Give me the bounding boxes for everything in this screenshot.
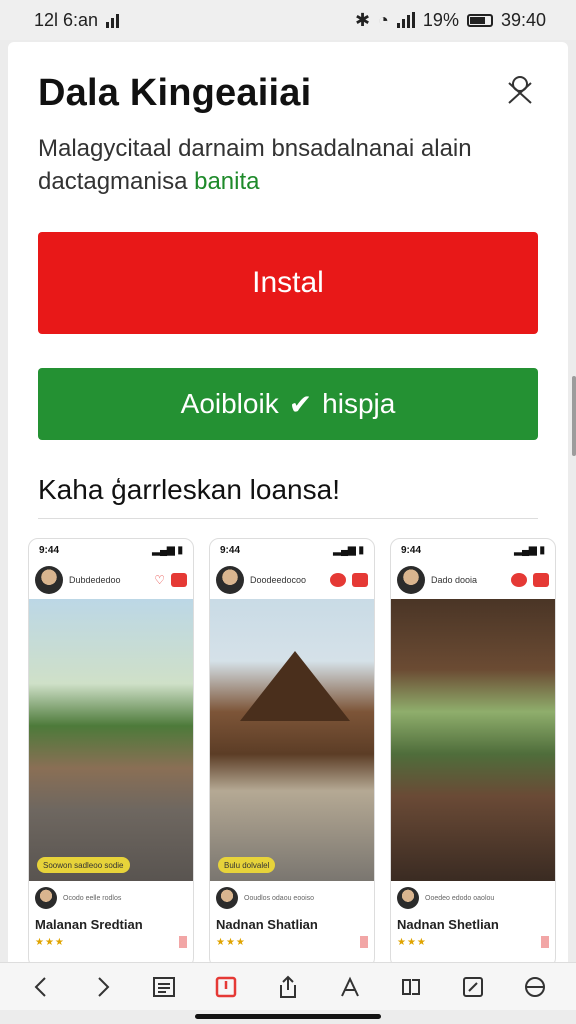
avatar [397,887,419,909]
rating-stars: ★★★ [216,936,246,948]
edit-icon [463,976,484,997]
signal-icon [106,12,120,28]
record-icon [330,573,346,587]
checkmark-icon: ✔ [288,388,313,420]
street-photo: Soowon sadleoo sodie [29,599,193,881]
bookmark-icon [179,936,187,948]
bottom-toolbar [0,962,576,1010]
text-icon [340,976,359,996]
menu-icon [533,573,549,587]
bookmark-icon [541,936,549,948]
footer-caption: Ooedeo edodo oaolou [425,894,495,902]
avatar [35,887,57,909]
divider [38,518,538,519]
mini-status-bar: 9:44 ▂▄▆ ▮ [391,539,555,561]
photo-tag: Bulu dolvalel [218,857,276,873]
verify-button[interactable]: Aoibloik ✔ hispja [38,368,538,440]
avatar [35,566,63,594]
bluetooth-icon: ✱ [354,9,371,30]
mini-signal-icon: ▂▄▆ ▮ [152,544,183,556]
list-icon [153,976,176,997]
avatar [397,566,425,594]
edit-button[interactable] [456,970,490,1004]
book-icon [215,976,237,997]
heart-icon: ♡ [154,573,165,587]
text-button[interactable] [333,970,367,1004]
scrollbar[interactable] [572,376,576,456]
menu-icon [352,573,368,587]
mini-signal-icon: ▂▄▆ ▮ [333,544,364,556]
screenshot-card[interactable]: 9:44 ▂▄▆ ▮ Doodeedocoo Bulu dolvalel Ooud… [209,538,375,968]
globe-icon [525,976,545,997]
wifi-icon: ◔ [378,9,389,30]
back-icon [34,976,46,997]
install-button[interactable]: Instal [38,232,538,334]
avatar [216,566,244,594]
mini-signal-icon: ▂▄▆ ▮ [514,544,545,556]
section-heading: Kaha ģarrleskan loansa! [38,474,340,505]
post-header: Dubdededoo ♡ [29,561,193,599]
close-button[interactable] [502,72,538,108]
back-button[interactable] [24,970,58,1004]
post-author: Dado dooia [431,575,478,585]
screenshot-carousel[interactable]: 9:44 ▂▄▆ ▮ Dubdededoo ♡ Soowon sadleoo so… [28,538,558,968]
record-icon [511,573,527,587]
post-name: Malanan Sredtian [35,917,143,932]
forward-icon [97,976,110,997]
share-button[interactable] [271,970,305,1004]
translate-icon [402,978,421,995]
battery-icon [466,13,493,27]
verify-label-2: hispja [322,388,396,419]
post-author: Dubdededoo [69,575,121,585]
home-indicator[interactable] [195,1014,381,1019]
verify-label: Aoibloik [180,388,279,419]
book-button[interactable] [209,970,243,1004]
app-screen: 12l 6:an ✱ ◔ 19% 39:40 Dala Kingeaiiai M… [0,0,576,1024]
rating-stars: ★★★ [35,936,65,948]
screenshot-card[interactable]: 9:44 ▂▄▆ ▮ Dado dooia Ooedeo edodo oaolou… [390,538,556,968]
globe-button[interactable] [518,970,552,1004]
temple-photo: Bulu dolvalel [210,599,374,881]
translate-button[interactable] [394,970,428,1004]
post-name: Nadnan Shatlian [216,917,318,932]
description-link[interactable]: banita [194,168,259,195]
bookmark-icon [360,936,368,948]
post-header: Doodeedocoo [210,561,374,599]
photo-tag: Soowon sadleoo sodie [37,857,130,873]
avatar [216,887,238,909]
menu-icon [171,573,187,587]
list-button[interactable] [147,970,181,1004]
status-time: 12l 6:an [34,9,99,30]
mini-status-bar: 9:44 ▂▄▆ ▮ [29,539,193,561]
person-close-icon [508,76,532,104]
app-detail-sheet: Dala Kingeaiiai Malagycitaal darnaim bns… [8,42,568,982]
screenshot-card[interactable]: 9:44 ▂▄▆ ▮ Dubdededoo ♡ Soowon sadleoo so… [28,538,194,968]
post-header: Dado dooia [391,561,555,599]
mini-time: 9:44 [39,544,60,556]
footer-caption: Ocodo eelle rodlos [63,894,122,902]
footer-caption: Ooudlos odaou eooiso [244,894,315,902]
app-title: Dala Kingeaiiai [38,72,312,114]
install-label: Instal [252,266,324,299]
cell-signal-icon [396,12,415,28]
post-name: Nadnan Shetlian [397,917,499,932]
post-footer: Ooudlos odaou eooiso Nadnan Shatlian ★★★ [210,881,374,954]
roof-shape [240,651,350,721]
battery-percent: 19% [422,9,459,30]
post-footer: Ooedeo edodo oaolou Nadnan Shetlian ★★★ [391,881,555,954]
status-bar: 12l 6:an ✱ ◔ 19% 39:40 [0,0,576,40]
share-icon [279,975,296,998]
forward-button[interactable] [86,970,120,1004]
mini-status-bar: 9:44 ▂▄▆ ▮ [210,539,374,561]
status-clock: 39:40 [500,9,546,30]
post-author: Doodeedocoo [250,575,307,585]
mini-time: 9:44 [220,544,241,556]
market-photo [391,599,555,881]
mini-time: 9:44 [401,544,422,556]
rating-stars: ★★★ [397,936,427,948]
post-footer: Ocodo eelle rodlos Malanan Sredtian ★★★ [29,881,193,954]
app-description: Malagycitaal darnaim bnsadalnanai alain … [38,132,538,198]
